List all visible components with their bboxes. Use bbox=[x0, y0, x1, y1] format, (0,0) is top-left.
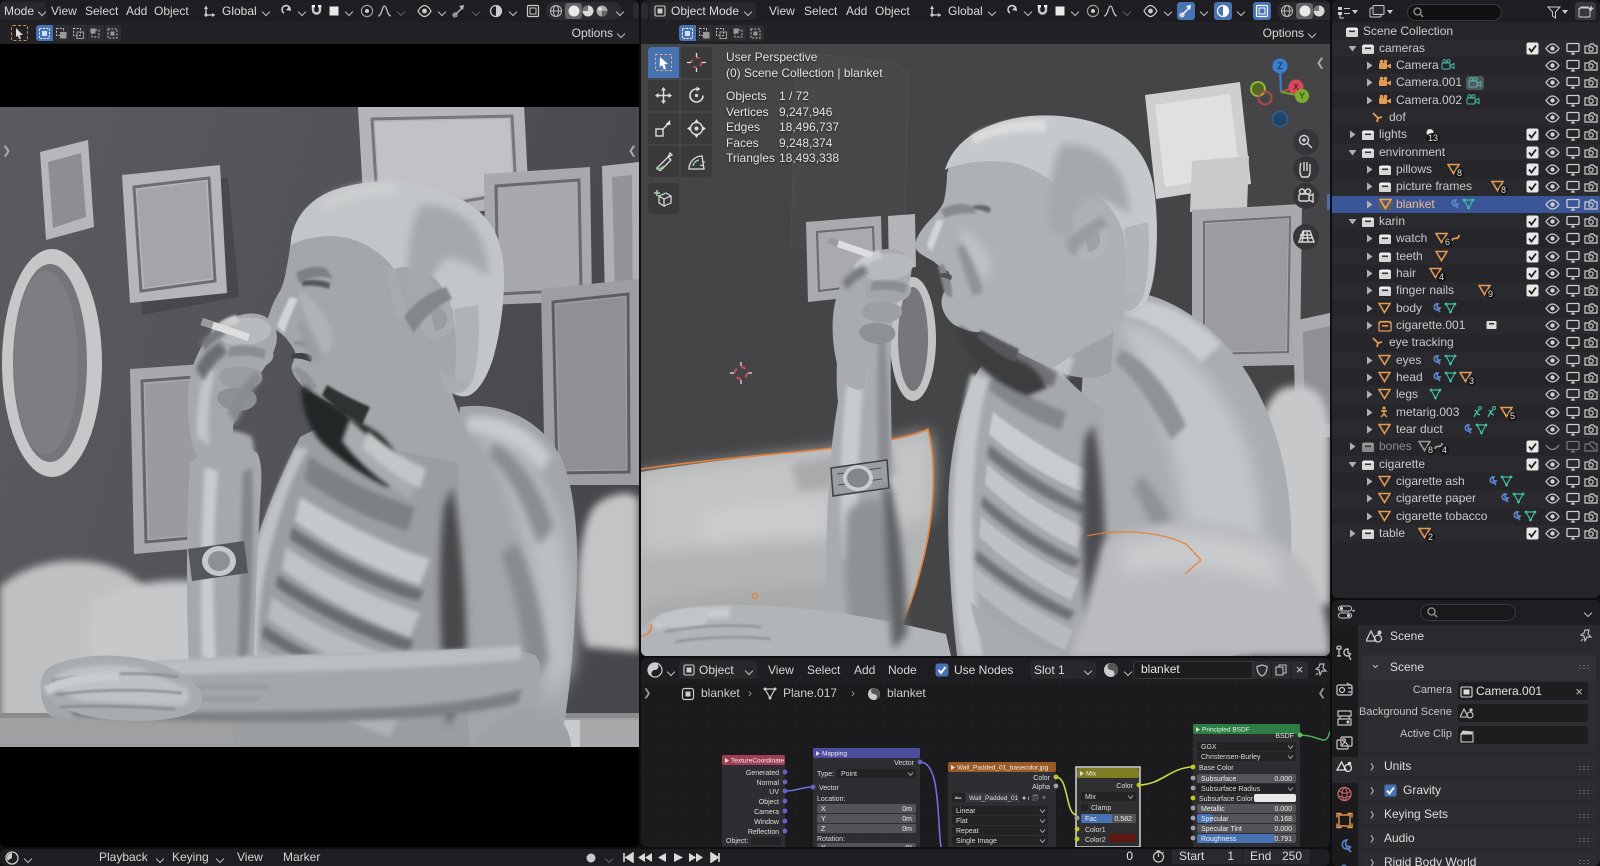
svg-text:Alpha: Alpha bbox=[1032, 784, 1050, 791]
svg-text:Flat: Flat bbox=[956, 818, 968, 825]
svg-text:🗊: 🗊 bbox=[1032, 794, 1039, 802]
svg-text:Z: Z bbox=[1277, 61, 1283, 71]
svg-text:Vector: Vector bbox=[819, 785, 840, 792]
svg-text:Window: Window bbox=[754, 819, 780, 826]
svg-text:Roughness: Roughness bbox=[1201, 836, 1237, 843]
svg-text:X: X bbox=[821, 806, 826, 813]
svg-text:BSDF: BSDF bbox=[1275, 733, 1294, 740]
svg-text:X: X bbox=[821, 845, 826, 847]
svg-text:Clamp: Clamp bbox=[1091, 805, 1111, 812]
svg-text:Type:: Type: bbox=[817, 771, 834, 778]
svg-text:●: ● bbox=[1022, 795, 1026, 802]
svg-text:Wall_Padded_01_basecolor.jpg: Wall_Padded_01_basecolor.jpg bbox=[957, 765, 1049, 772]
svg-text:0°: 0° bbox=[905, 844, 912, 847]
svg-text:TextureCoordinate: TextureCoordinate bbox=[731, 758, 784, 765]
svg-text:0.000: 0.000 bbox=[1274, 776, 1292, 783]
svg-text:Y: Y bbox=[1299, 91, 1305, 101]
svg-text:Subsurface Color: Subsurface Color bbox=[1199, 796, 1254, 803]
svg-text:Point: Point bbox=[841, 771, 857, 778]
svg-text:Specular Tint: Specular Tint bbox=[1201, 826, 1242, 833]
svg-text:Specular: Specular bbox=[1201, 816, 1229, 823]
svg-text:Principled BSDF: Principled BSDF bbox=[1202, 727, 1250, 734]
svg-text:0.168: 0.168 bbox=[1274, 816, 1292, 823]
svg-text:0m: 0m bbox=[902, 826, 912, 833]
svg-text:Generated: Generated bbox=[746, 770, 779, 777]
svg-text:Color1: Color1 bbox=[1085, 827, 1106, 834]
svg-text:Y: Y bbox=[821, 816, 826, 823]
svg-text:Normal: Normal bbox=[756, 780, 779, 787]
svg-text:Z: Z bbox=[821, 826, 826, 833]
svg-text:Vector: Vector bbox=[894, 760, 915, 767]
svg-text:Color2: Color2 bbox=[1085, 837, 1106, 844]
svg-text:×: × bbox=[1042, 795, 1046, 802]
svg-text:Mix: Mix bbox=[1086, 771, 1097, 778]
svg-text:0.000: 0.000 bbox=[1274, 806, 1292, 813]
svg-text:Linear: Linear bbox=[956, 808, 976, 815]
svg-text:Object: Object bbox=[759, 799, 779, 806]
svg-text:Repeat: Repeat bbox=[956, 828, 979, 835]
svg-text:Single Image: Single Image bbox=[956, 838, 997, 845]
svg-text:Mapping: Mapping bbox=[822, 751, 847, 758]
svg-text:Reflection: Reflection bbox=[748, 829, 779, 836]
svg-text:UV: UV bbox=[769, 789, 779, 796]
svg-text:0.000: 0.000 bbox=[1274, 826, 1292, 833]
svg-text:Subsurface Radius: Subsurface Radius bbox=[1201, 786, 1261, 793]
svg-text:Christensen-Burley: Christensen-Burley bbox=[1201, 754, 1261, 761]
svg-text:Fac: Fac bbox=[1085, 816, 1097, 823]
svg-text:Rotation:: Rotation: bbox=[817, 836, 845, 843]
svg-text:Subsurface: Subsurface bbox=[1201, 776, 1237, 783]
svg-text:0.582: 0.582 bbox=[1114, 816, 1132, 823]
svg-text:Color: Color bbox=[1116, 783, 1133, 790]
svg-text:0m: 0m bbox=[902, 816, 912, 823]
svg-text:Base Color: Base Color bbox=[1199, 765, 1234, 772]
svg-text:Location:: Location: bbox=[817, 796, 845, 803]
svg-text:0.791: 0.791 bbox=[1274, 836, 1292, 843]
svg-text:GGX: GGX bbox=[1201, 744, 1217, 751]
svg-text:0m: 0m bbox=[902, 806, 912, 813]
svg-text:Object:: Object: bbox=[726, 838, 748, 845]
svg-text:Mix: Mix bbox=[1085, 794, 1096, 801]
svg-text:Camera: Camera bbox=[754, 809, 779, 816]
svg-text:Metallic: Metallic bbox=[1201, 806, 1225, 813]
svg-text:Color: Color bbox=[1033, 775, 1050, 782]
